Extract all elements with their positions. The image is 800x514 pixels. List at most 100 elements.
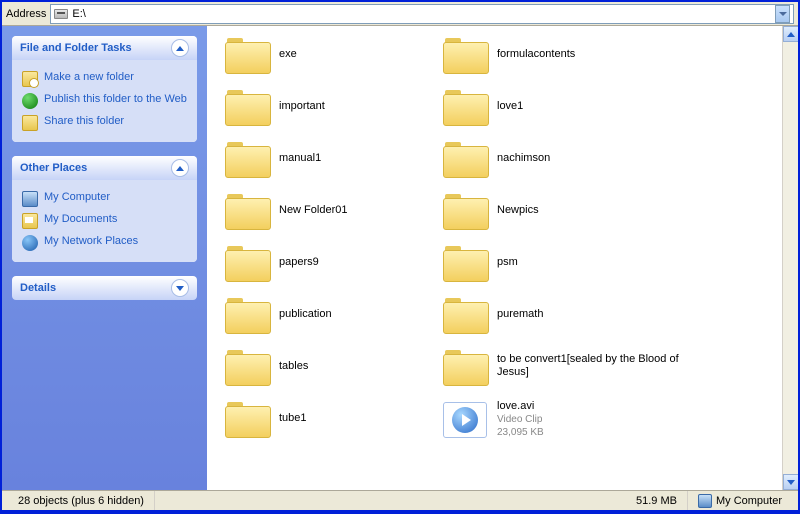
folder-item[interactable]: tables — [225, 348, 435, 384]
collapse-button[interactable] — [171, 159, 189, 177]
panel-header[interactable]: Details — [12, 276, 197, 300]
address-bar: Address E:\ — [2, 2, 798, 26]
folder-icon — [443, 192, 487, 228]
chevron-down-icon — [787, 480, 795, 485]
panel-header[interactable]: Other Places — [12, 156, 197, 180]
folder-item[interactable]: tube1 — [225, 400, 435, 436]
file-list-pane: exe formulacontents important love1 manual1 n… — [207, 26, 798, 490]
item-label: tables — [279, 360, 308, 373]
folder-icon — [443, 140, 487, 176]
chevron-down-icon — [779, 12, 787, 16]
video-icon — [443, 402, 487, 438]
folder-icon — [443, 348, 487, 384]
folder-icon — [225, 88, 269, 124]
scroll-down-button[interactable] — [783, 474, 798, 490]
item-label: psm — [497, 256, 518, 269]
chevron-up-icon — [176, 166, 184, 171]
task-label: My Computer — [44, 191, 110, 203]
folder-icon — [225, 296, 269, 332]
panel-title: Details — [20, 282, 56, 294]
scroll-up-button[interactable] — [783, 26, 798, 42]
task-label: Share this folder — [44, 115, 124, 127]
panel-body: Make a new folder Publish this folder to… — [12, 60, 197, 142]
folder-item[interactable]: psm — [443, 244, 703, 280]
network-icon — [22, 235, 38, 251]
folder-item[interactable]: formulacontents — [443, 36, 703, 72]
collapse-button[interactable] — [171, 39, 189, 57]
folder-icon — [225, 348, 269, 384]
folder-icon — [443, 88, 487, 124]
panel-other-places: Other Places My Computer My Documents My… — [12, 156, 197, 262]
computer-icon — [22, 191, 38, 207]
item-label: puremath — [497, 308, 543, 321]
item-label: publication — [279, 308, 332, 321]
folder-item[interactable]: puremath — [443, 296, 703, 332]
address-path: E:\ — [72, 8, 85, 20]
item-label: love.aviVideo Clip23,095 KB — [497, 400, 544, 439]
task-label: Publish this folder to the Web — [44, 93, 187, 105]
expand-button[interactable] — [171, 279, 189, 297]
place-my-computer[interactable]: My Computer — [22, 188, 187, 210]
play-icon — [452, 407, 478, 433]
task-make-new-folder[interactable]: Make a new folder — [22, 68, 187, 90]
status-location-text: My Computer — [716, 495, 782, 507]
folder-icon — [225, 244, 269, 280]
item-label: tube1 — [279, 412, 307, 425]
folder-item[interactable]: nachimson — [443, 140, 703, 176]
status-location: My Computer — [688, 491, 792, 510]
panel-file-folder-tasks: File and Folder Tasks Make a new folder … — [12, 36, 197, 142]
place-network[interactable]: My Network Places — [22, 232, 187, 254]
new-folder-icon — [22, 71, 38, 87]
item-label: nachimson — [497, 152, 550, 165]
status-bar: 28 objects (plus 6 hidden) 51.9 MB My Co… — [2, 490, 798, 510]
vertical-scrollbar[interactable] — [782, 26, 798, 490]
folder-item[interactable]: Newpics — [443, 192, 703, 228]
drive-icon — [54, 9, 68, 19]
task-label: Make a new folder — [44, 71, 134, 83]
item-label: formulacontents — [497, 48, 575, 61]
panel-body: My Computer My Documents My Network Plac… — [12, 180, 197, 262]
item-label: papers9 — [279, 256, 319, 269]
panel-details: Details — [12, 276, 197, 300]
folder-icon — [443, 36, 487, 72]
file-item[interactable]: love.aviVideo Clip23,095 KB — [443, 400, 703, 439]
globe-icon — [22, 93, 38, 109]
place-my-documents[interactable]: My Documents — [22, 210, 187, 232]
items-grid: exe formulacontents important love1 manual1 n… — [207, 26, 798, 449]
folder-icon — [225, 140, 269, 176]
task-share-folder[interactable]: Share this folder — [22, 112, 187, 134]
folder-icon — [225, 36, 269, 72]
computer-icon — [698, 494, 712, 508]
folder-item[interactable]: exe — [225, 36, 435, 72]
item-label: Newpics — [497, 204, 539, 217]
item-label: manual1 — [279, 152, 321, 165]
item-label: to be convert1[sealed by the Blood of Je… — [497, 353, 703, 379]
folder-item[interactable]: New Folder01 — [225, 192, 435, 228]
task-label: My Documents — [44, 213, 117, 225]
status-object-count: 28 objects (plus 6 hidden) — [8, 491, 155, 510]
address-label: Address — [6, 8, 46, 20]
folder-item[interactable]: to be convert1[sealed by the Blood of Je… — [443, 348, 703, 384]
item-label: important — [279, 100, 325, 113]
item-label: exe — [279, 48, 297, 61]
folder-item[interactable]: papers9 — [225, 244, 435, 280]
folder-item[interactable]: important — [225, 88, 435, 124]
folder-item[interactable]: publication — [225, 296, 435, 332]
task-label: My Network Places — [44, 235, 138, 247]
task-publish-web[interactable]: Publish this folder to the Web — [22, 90, 187, 112]
chevron-up-icon — [176, 46, 184, 51]
folder-icon — [225, 192, 269, 228]
item-size: 23,095 KB — [497, 427, 544, 438]
panel-header[interactable]: File and Folder Tasks — [12, 36, 197, 60]
folder-item[interactable]: manual1 — [225, 140, 435, 176]
documents-icon — [22, 213, 38, 229]
chevron-down-icon — [176, 286, 184, 291]
explorer-window: Address E:\ File and Folder Tasks Make a… — [2, 2, 798, 510]
item-type: Video Clip — [497, 414, 542, 425]
address-dropdown-button[interactable] — [775, 5, 790, 23]
folder-item[interactable]: love1 — [443, 88, 703, 124]
item-label: love1 — [497, 100, 523, 113]
chevron-up-icon — [787, 32, 795, 37]
window-body: File and Folder Tasks Make a new folder … — [2, 26, 798, 490]
address-input[interactable]: E:\ — [50, 4, 794, 24]
